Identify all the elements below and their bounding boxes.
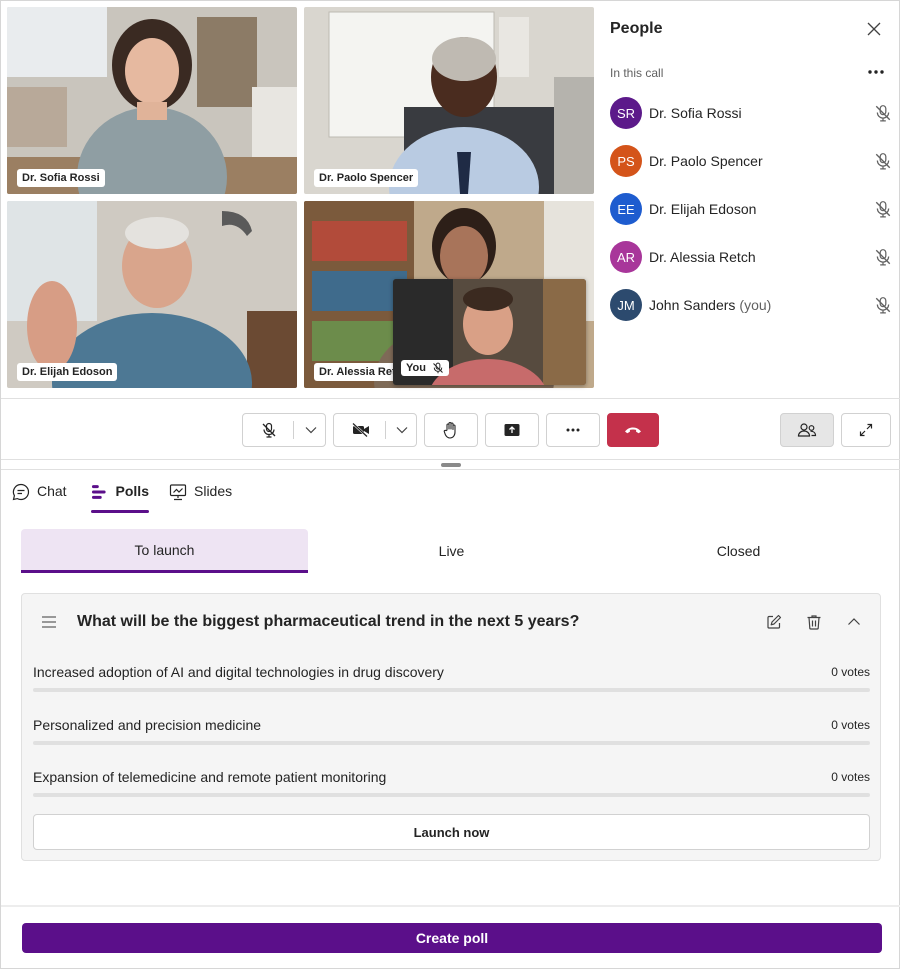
mic-off-icon[interactable] [874,200,892,218]
mic-off-icon[interactable] [874,248,892,266]
poll-option-text: Expansion of telemedicine and remote pat… [33,769,387,785]
participant-row[interactable]: EE Dr. Elijah Edoson [610,189,892,229]
share-screen-icon [504,424,520,436]
leave-call-button[interactable] [607,413,659,447]
side-tabs: Chat Polls Slides [1,471,900,515]
meeting-controls [1,398,900,460]
camera-off-icon [352,423,369,437]
drag-handle-icon[interactable] [41,615,57,629]
chevron-down-icon[interactable] [305,426,317,434]
poll-option-text: Increased adoption of AI and digital tec… [33,664,444,680]
avatar: EE [610,193,642,225]
self-name-tag: You [401,360,449,376]
tab-chat[interactable]: Chat [12,481,67,513]
polls-icon [91,485,106,499]
mic-off-icon [433,362,443,374]
close-icon [867,22,881,36]
participant-row[interactable]: AR Dr. Alessia Retch [610,237,892,277]
divider [384,421,386,439]
participant-video [7,201,297,388]
more-horizontal-icon [868,70,884,74]
chat-icon [12,483,30,501]
mic-off-icon [262,422,276,438]
participant-name-tag: Dr. Elijah Edoson [17,363,118,381]
in-call-section-label: In this call [610,66,664,80]
people-panel-toggle-button[interactable] [780,413,834,447]
meeting-window: Dr. Sofia Rossi Dr. Paolo Spencer Dr. El… [0,0,900,969]
participant-video [304,7,594,194]
poll-option-votes: 0 votes [831,665,870,679]
people-panel-title: People [610,20,663,37]
poll-option-votes: 0 votes [831,718,870,732]
video-tile-sofia-rossi[interactable]: Dr. Sofia Rossi [7,7,297,194]
participant-name: Dr. Sofia Rossi [649,105,742,121]
tab-label: Slides [194,483,233,499]
collapse-poll-button[interactable] [843,611,865,633]
poll-option-votes: 0 votes [831,770,870,784]
participant-name: Dr. Paolo Spencer [649,153,763,169]
fullscreen-button[interactable] [841,413,891,447]
participant-name-tag: Dr. Sofia Rossi [17,169,105,187]
edit-icon [767,614,782,629]
camera-toggle-button[interactable] [333,413,417,447]
participant-row[interactable]: PS Dr. Paolo Spencer [610,141,892,181]
hang-up-icon [625,427,641,434]
chevron-down-icon[interactable] [396,426,408,434]
mic-off-icon[interactable] [874,152,892,170]
avatar: PS [610,145,642,177]
create-poll-button[interactable]: Create poll [22,923,882,953]
poll-question: What will be the biggest pharmaceutical … [77,613,580,630]
tab-label: Chat [37,483,67,499]
participant-name: Dr. Alessia Retch [649,249,756,265]
people-more-options-button[interactable] [865,63,887,81]
filter-live[interactable]: Live [308,529,595,573]
people-panel: People In this call SR Dr. Sofia Rossi P… [601,1,900,398]
launch-now-button[interactable]: Launch now [33,814,870,850]
trash-icon [807,615,821,630]
you-suffix: (you) [739,297,772,313]
close-people-panel-button[interactable] [864,19,884,39]
avatar: SR [610,97,642,129]
raise-hand-icon [443,421,456,439]
participant-row-self[interactable]: JM John Sanders (you) [610,285,892,325]
poll-option-bar [33,793,870,797]
tab-slides[interactable]: Slides [169,481,232,513]
tab-label: Polls [115,483,149,499]
filter-closed[interactable]: Closed [595,529,882,573]
poll-option-bar [33,741,870,745]
participant-video [7,7,297,194]
resize-handle[interactable] [441,463,461,467]
raise-hand-button[interactable] [424,413,478,447]
avatar: JM [610,289,642,321]
mic-off-icon[interactable] [874,104,892,122]
more-actions-button[interactable] [546,413,600,447]
divider [1,469,900,470]
self-view[interactable]: You [393,279,586,385]
divider [1,905,900,907]
mic-off-icon[interactable] [874,296,892,314]
delete-poll-button[interactable] [803,611,825,633]
self-label: You [406,362,426,374]
more-horizontal-icon [566,428,580,432]
participant-name-tag: Dr. Paolo Spencer [314,169,419,187]
people-icon [797,423,817,437]
poll-card: What will be the biggest pharmaceutical … [21,593,881,861]
divider [292,421,294,439]
video-tile-elijah-edoson[interactable]: Dr. Elijah Edoson [7,201,297,388]
expand-icon [859,423,873,437]
mic-toggle-button[interactable] [242,413,326,447]
video-tile-paolo-spencer[interactable]: Dr. Paolo Spencer [304,7,594,194]
share-screen-button[interactable] [485,413,539,447]
chevron-up-icon [848,618,860,625]
tab-polls[interactable]: Polls [91,481,149,513]
edit-poll-button[interactable] [763,611,785,633]
participant-name: John Sanders [649,297,736,313]
avatar: AR [610,241,642,273]
poll-option-text: Personalized and precision medicine [33,717,262,733]
participant-row[interactable]: SR Dr. Sofia Rossi [610,93,892,133]
participant-name: Dr. Elijah Edoson [649,201,757,217]
filter-to-launch[interactable]: To launch [21,529,308,573]
slides-icon [169,484,187,501]
poll-option-bar [33,688,870,692]
